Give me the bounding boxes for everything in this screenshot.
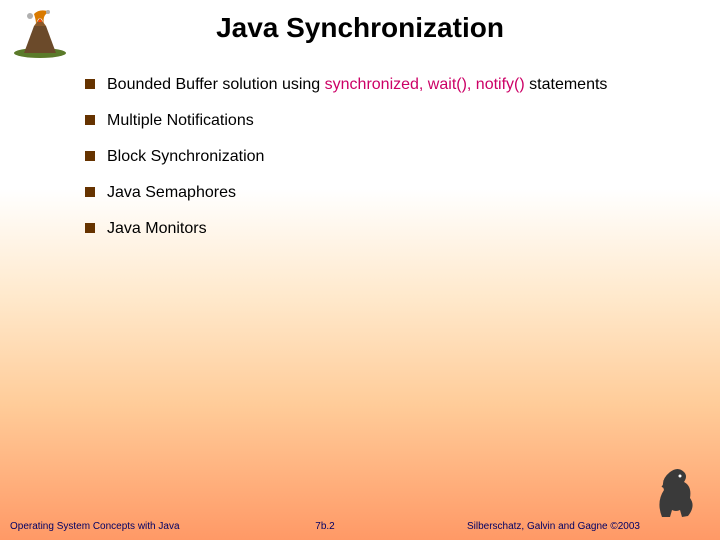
bullet-icon (85, 79, 95, 89)
footer: Operating System Concepts with Java 7b.2… (10, 521, 640, 532)
bullet-text: Bounded Buffer solution using synchroniz… (107, 75, 607, 95)
bullet-text: Multiple Notifications (107, 111, 254, 131)
footer-center: 7b.2 (315, 521, 334, 532)
list-item: Java Monitors (85, 219, 680, 239)
slide-title: Java Synchronization (0, 12, 720, 44)
bullet-text: Java Semaphores (107, 183, 236, 203)
bullet-text-pre: Java Monitors (107, 220, 207, 237)
bullet-icon (85, 151, 95, 161)
bullet-text-highlight: synchronized, wait(), notify() (325, 76, 525, 93)
list-item: Bounded Buffer solution using synchroniz… (85, 75, 680, 95)
bullet-text-pre: Multiple Notifications (107, 112, 254, 129)
dinosaur-icon (652, 462, 702, 522)
bullet-text-pre: Bounded Buffer solution using (107, 76, 325, 93)
list-item: Multiple Notifications (85, 111, 680, 131)
bullet-text-post: statements (525, 76, 608, 93)
bullet-icon (85, 187, 95, 197)
bullet-text: Java Monitors (107, 219, 207, 239)
footer-right: Silberschatz, Galvin and Gagne ©2003 (467, 521, 640, 532)
bullet-text-pre: Java Semaphores (107, 184, 236, 201)
list-item: Java Semaphores (85, 183, 680, 203)
list-item: Block Synchronization (85, 147, 680, 167)
bullet-text-pre: Block Synchronization (107, 148, 264, 165)
bullet-icon (85, 115, 95, 125)
bullet-list: Bounded Buffer solution using synchroniz… (85, 75, 680, 255)
footer-left: Operating System Concepts with Java (10, 521, 180, 532)
bullet-icon (85, 223, 95, 233)
bullet-text: Block Synchronization (107, 147, 264, 167)
slide: Java Synchronization Bounded Buffer solu… (0, 0, 720, 540)
